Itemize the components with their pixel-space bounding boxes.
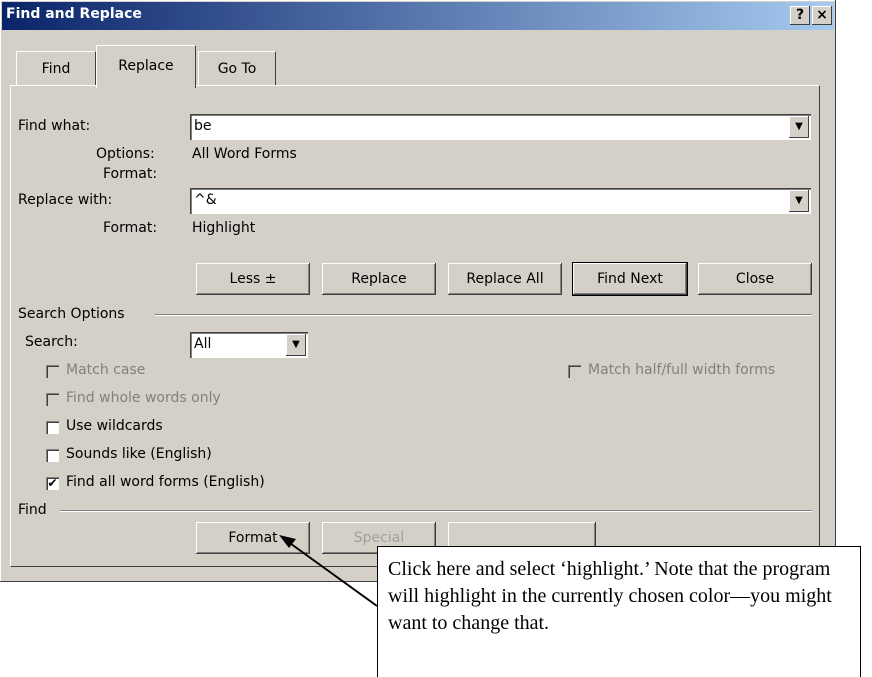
tab-replace[interactable]: Replace	[96, 45, 196, 88]
annotation-callout: Click here and select ‘highlight.’ Note …	[377, 546, 861, 677]
